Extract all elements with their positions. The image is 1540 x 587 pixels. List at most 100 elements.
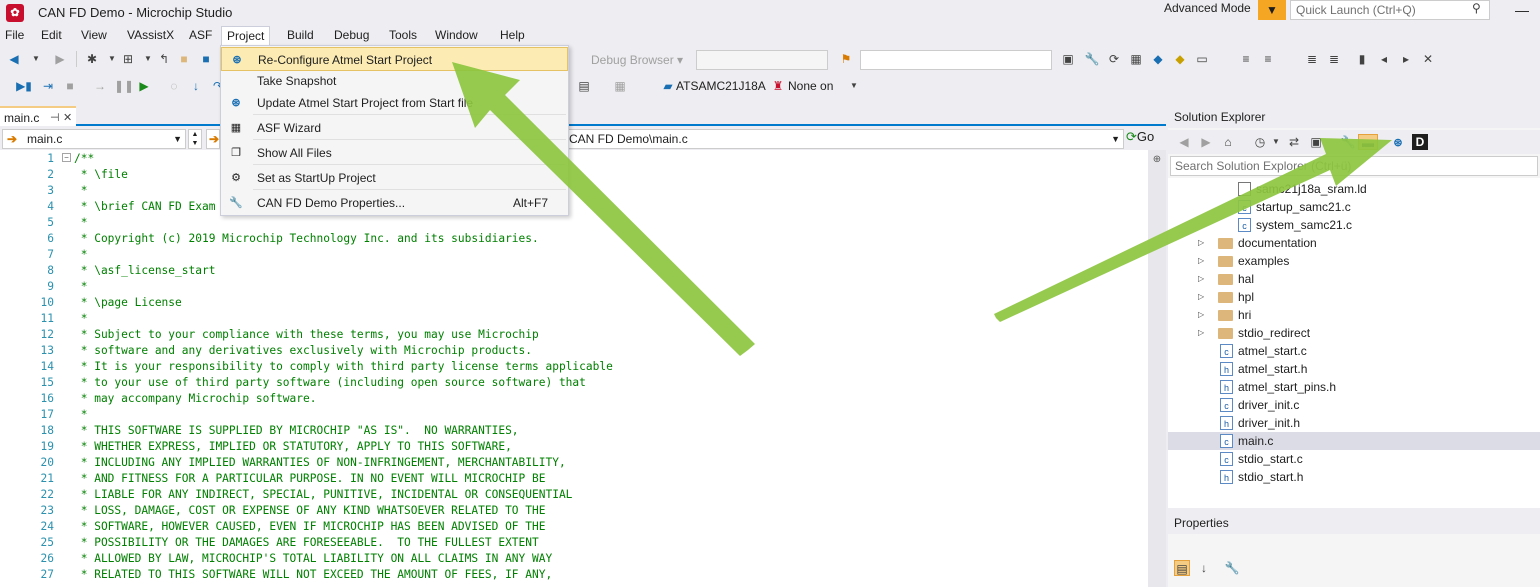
- toolbar-icon[interactable]: ▦: [612, 78, 628, 94]
- code-line[interactable]: * \page License: [74, 296, 182, 309]
- refresh-icon[interactable]: ⟳: [1106, 51, 1122, 67]
- tree-item[interactable]: ▷ hri: [1168, 306, 1540, 324]
- device-label[interactable]: ATSAMC21J18A: [676, 79, 766, 93]
- expand-icon[interactable]: ▷: [1198, 252, 1204, 270]
- categorized-icon[interactable]: ▤: [1174, 560, 1190, 576]
- show-all-files-icon[interactable]: ▬: [1358, 134, 1378, 150]
- comment-icon[interactable]: ≣: [1304, 51, 1320, 67]
- folder-icon[interactable]: ■: [176, 51, 192, 67]
- tree-item[interactable]: h driver_init.h: [1168, 414, 1540, 432]
- code-line[interactable]: * Subject to your compliance with these …: [74, 328, 539, 341]
- code-line[interactable]: * It is your responsibility to comply wi…: [74, 360, 613, 373]
- code-line[interactable]: * LOSS, DAMAGE, COST OR EXPENSE OF ANY K…: [74, 504, 546, 517]
- code-line[interactable]: *: [74, 248, 88, 261]
- menu-view[interactable]: View: [76, 26, 112, 46]
- code-line[interactable]: * Copyright (c) 2019 Microchip Technolog…: [74, 232, 539, 245]
- menu-vassistx[interactable]: VAssistX: [122, 26, 179, 46]
- toolbar-icon[interactable]: ◆: [1172, 51, 1188, 67]
- tree-item[interactable]: c atmel_start.c: [1168, 342, 1540, 360]
- code-line[interactable]: * SOFTWARE, HOWEVER CAUSED, EVEN IF MICR…: [74, 520, 546, 533]
- code-line[interactable]: *: [74, 408, 88, 421]
- property-pages-icon[interactable]: 🔧: [1224, 560, 1240, 576]
- device-programming-icon[interactable]: ▣: [1060, 51, 1076, 67]
- stop-icon[interactable]: ■: [62, 78, 78, 94]
- tree-item[interactable]: h stdio_start.h: [1168, 468, 1540, 486]
- advanced-mode-label[interactable]: Advanced Mode: [1164, 1, 1251, 15]
- debug-browser-combo[interactable]: Debug Browser ▾: [586, 50, 692, 70]
- project-menu-item[interactable]: 🔧 CAN FD Demo Properties... Alt+F7: [221, 191, 568, 215]
- file-nav-combo[interactable]: ➔ main.c ▼: [2, 129, 186, 149]
- expand-icon[interactable]: ▷: [1198, 234, 1204, 252]
- search-icon[interactable]: ⚲: [1472, 1, 1481, 15]
- toolbar-icon[interactable]: ▤: [576, 78, 592, 94]
- back-icon[interactable]: ◀: [1176, 134, 1192, 150]
- pin-icon[interactable]: ⊣: [50, 108, 60, 128]
- save-icon[interactable]: ■: [198, 51, 214, 67]
- uncomment-icon[interactable]: ≣: [1326, 51, 1342, 67]
- code-line[interactable]: * WHETHER EXPRESS, IMPLIED OR STATUTORY,…: [74, 440, 512, 453]
- filter-icon[interactable]: ▼: [1258, 0, 1286, 20]
- code-line[interactable]: * \asf_license_start: [74, 264, 216, 277]
- project-menu-item[interactable]: ⊛ Update Atmel Start Project from Start f…: [221, 91, 568, 115]
- split-icon[interactable]: ⊕: [1148, 154, 1166, 166]
- tree-item[interactable]: ▷ examples: [1168, 252, 1540, 270]
- code-line[interactable]: *: [74, 184, 88, 197]
- new-project-icon[interactable]: ✱: [84, 51, 100, 67]
- chevron-down-icon[interactable]: ▼: [140, 51, 156, 67]
- code-line[interactable]: * ALLOWED BY LAW, MICROCHIP'S TOTAL LIAB…: [74, 552, 552, 565]
- code-line[interactable]: * RELATED TO THIS SOFTWARE WILL NOT EXCE…: [74, 568, 552, 581]
- tree-item[interactable]: c startup_samc21.c: [1168, 198, 1540, 216]
- tree-item[interactable]: c system_samc21.c: [1168, 216, 1540, 234]
- code-line[interactable]: * LIABLE FOR ANY INDIRECT, SPECIAL, PUNI…: [74, 488, 573, 501]
- next-bookmark-icon[interactable]: ▸: [1398, 51, 1414, 67]
- tree-item[interactable]: h atmel_start.h: [1168, 360, 1540, 378]
- prev-bookmark-icon[interactable]: ◂: [1376, 51, 1392, 67]
- sync-icon[interactable]: ⇄: [1286, 134, 1302, 150]
- data-visualizer-icon[interactable]: D: [1412, 134, 1428, 150]
- project-menu-item[interactable]: ⊛ Re-Configure Atmel Start Project: [221, 47, 568, 71]
- menu-asf[interactable]: ASF: [184, 26, 217, 46]
- home-icon[interactable]: ⌂: [1220, 134, 1236, 150]
- tree-item[interactable]: c stdio_start.c: [1168, 450, 1540, 468]
- solution-search-input[interactable]: Search Solution Explorer (Ctrl+ü): [1170, 156, 1538, 176]
- project-menu-item[interactable]: ⚙ Set as StartUp Project: [221, 166, 568, 190]
- back-icon[interactable]: ◀: [6, 51, 22, 67]
- start-without-debugging-icon[interactable]: ▶▮: [16, 78, 32, 94]
- indent-icon[interactable]: ≡: [1260, 51, 1276, 67]
- attach-icon[interactable]: ⇥: [40, 78, 56, 94]
- code-line[interactable]: * POSSIBILITY OR THE DAMAGES ARE FORESEE…: [74, 536, 539, 549]
- quick-launch-input[interactable]: Quick Launch (Ctrl+Q): [1290, 0, 1490, 20]
- chevron-down-icon[interactable]: ▼: [28, 51, 44, 67]
- nav-spinner[interactable]: ▲ ▼: [188, 129, 202, 149]
- bookmark-icon[interactable]: ▮: [1354, 51, 1370, 67]
- collapse-icon[interactable]: −: [62, 153, 71, 162]
- code-line[interactable]: *: [74, 312, 88, 325]
- tree-item[interactable]: ▷ hpl: [1168, 288, 1540, 306]
- add-item-icon[interactable]: ⊞: [120, 51, 136, 67]
- atmel-start-icon[interactable]: ⊛: [1390, 134, 1406, 150]
- go-button[interactable]: ⟳Go: [1126, 129, 1154, 149]
- tab-main-c[interactable]: main.c ⊣ ✕: [0, 106, 76, 126]
- history-icon[interactable]: ◷: [1252, 134, 1268, 150]
- code-line[interactable]: * AND FITNESS FOR A PARTICULAR PURPOSE. …: [74, 472, 546, 485]
- code-editor[interactable]: 1 2 3 4 5 6 7 8 9 10 11 12 13 14 15 16 17 18 19 20 21 22 23 24 2…: [0, 150, 1166, 587]
- expand-icon[interactable]: ▷: [1198, 270, 1204, 288]
- clear-bookmarks-icon[interactable]: ✕: [1420, 51, 1436, 67]
- debug-target-combo[interactable]: [696, 50, 828, 70]
- tree-item[interactable]: h atmel_start_pins.h: [1168, 378, 1540, 396]
- symbol-nav-combo[interactable]: ➔: [206, 129, 220, 149]
- toolbar-icon[interactable]: ◆: [1150, 51, 1166, 67]
- toolbar-icon[interactable]: ◌: [166, 78, 182, 94]
- menu-debug[interactable]: Debug: [329, 26, 374, 46]
- project-menu-item[interactable]: ❐ Show All Files: [221, 141, 568, 165]
- toolbar-icon[interactable]: ▦: [1128, 51, 1144, 67]
- expand-icon[interactable]: ▷: [1198, 306, 1204, 324]
- find-icon[interactable]: ⚑: [838, 51, 854, 67]
- minimize-button[interactable]: —: [1505, 2, 1539, 20]
- outdent-icon[interactable]: ≡: [1238, 51, 1254, 67]
- alphabetical-icon[interactable]: ↓: [1196, 560, 1212, 576]
- code-line[interactable]: * software and any derivatives exclusive…: [74, 344, 532, 357]
- tree-item[interactable]: samc21j18a_sram.ld: [1168, 180, 1540, 198]
- code-line[interactable]: *: [74, 216, 88, 229]
- menu-build[interactable]: Build: [282, 26, 319, 46]
